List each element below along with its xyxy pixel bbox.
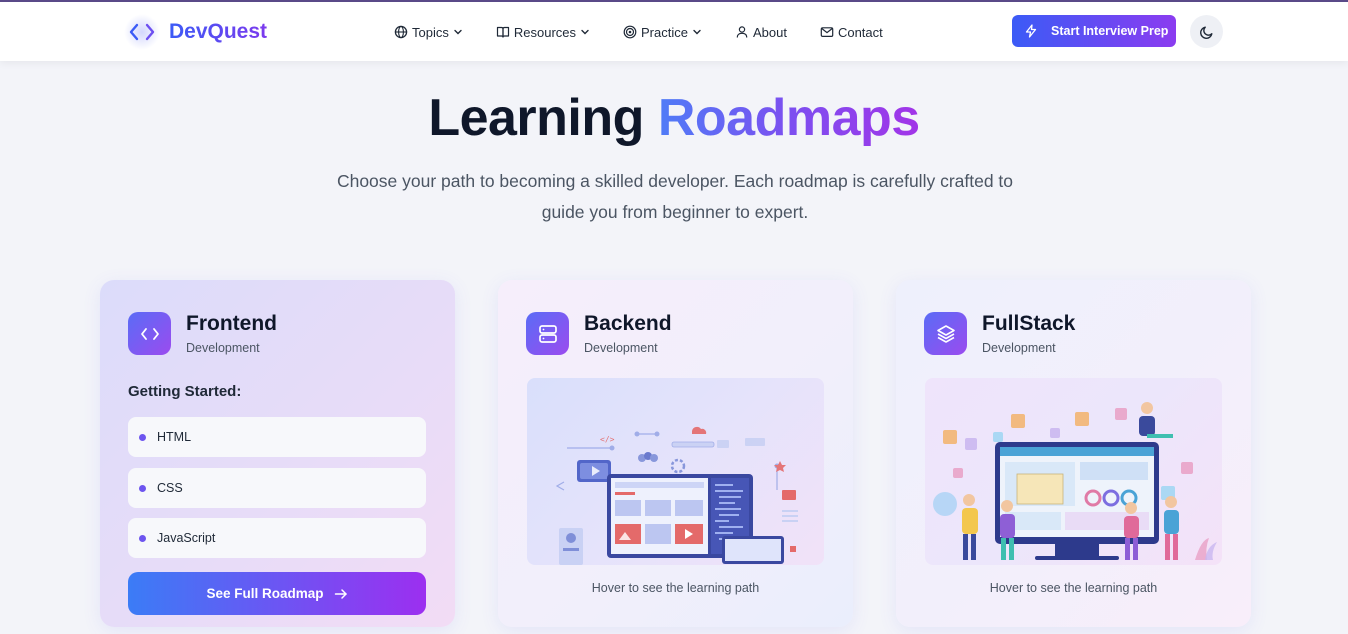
roadmap-card-fullstack[interactable]: FullStack Development Hover to see the l… <box>896 280 1251 627</box>
bullet-dot <box>139 433 146 441</box>
roadmap-card-frontend[interactable]: Frontend Development Getting Started: HT… <box>100 280 455 627</box>
target-icon <box>623 25 637 39</box>
user-icon <box>736 26 748 38</box>
list-item-html[interactable]: HTML <box>128 417 426 457</box>
navbar: DevQuest Topics Resources Practice About… <box>0 2 1348 61</box>
mail-icon <box>820 27 834 38</box>
theme-toggle-button[interactable] <box>1190 15 1223 48</box>
list-item-label: HTML <box>157 430 192 444</box>
bullet-dot <box>139 484 146 492</box>
list-item-label: JavaScript <box>157 531 216 545</box>
cta-label: Start Interview Prep <box>1051 24 1169 38</box>
arrow-right-icon <box>334 588 347 599</box>
nav-label-resources: Resources <box>513 24 576 40</box>
getting-started-heading: Getting Started: <box>128 383 242 400</box>
bullet-dot <box>139 534 146 542</box>
nav-label-topics: Topics <box>412 24 449 40</box>
card-title: Frontend <box>186 312 277 335</box>
lightning-icon <box>1025 24 1037 38</box>
nav-item-topics[interactable]: Topics <box>394 25 463 40</box>
start-interview-prep-button[interactable]: Start Interview Prep <box>1012 15 1176 47</box>
card-title: Backend <box>584 312 672 335</box>
card-subtitle: Development <box>186 341 260 355</box>
nav-item-about[interactable]: About <box>735 25 787 40</box>
list-item-css[interactable]: CSS <box>128 468 426 508</box>
chevron-down-icon <box>454 29 462 35</box>
server-icon <box>526 312 569 355</box>
list-item-label: CSS <box>157 481 183 495</box>
main-nav: Topics Resources Practice About Contact <box>394 20 916 44</box>
nav-item-resources[interactable]: Resources <box>496 25 590 40</box>
roadmap-card-backend[interactable]: Backend Development </> Hover to see the… <box>498 280 853 627</box>
moon-icon <box>1199 26 1212 39</box>
fullstack-illustration <box>925 378 1222 565</box>
backend-illustration: </> <box>527 378 824 565</box>
code-icon <box>128 312 171 355</box>
nav-label-practice: Practice <box>641 24 688 40</box>
book-icon <box>496 26 509 38</box>
card-subtitle: Development <box>584 341 658 355</box>
brand-logo[interactable]: DevQuest <box>124 14 267 50</box>
title-plain: Learning <box>428 89 644 147</box>
chevron-down-icon <box>693 29 701 35</box>
card-subtitle: Development <box>982 341 1056 355</box>
svg-text:</>: </> <box>600 435 615 444</box>
layers-icon <box>924 312 967 355</box>
nav-item-contact[interactable]: Contact <box>820 25 883 40</box>
nav-label-contact: Contact <box>837 24 883 40</box>
chevron-down-icon <box>581 29 589 35</box>
button-label: See Full Roadmap <box>206 586 324 601</box>
code-icon <box>124 14 160 50</box>
hover-hint: Hover to see the learning path <box>989 581 1158 595</box>
list-item-javascript[interactable]: JavaScript <box>128 518 426 558</box>
nav-label-about: About <box>752 24 787 40</box>
brand-name: DevQuest <box>169 20 268 43</box>
title-accent: Roadmaps <box>657 89 920 147</box>
page-title: Learning Roadmaps <box>0 88 1348 148</box>
see-full-roadmap-button[interactable]: See Full Roadmap <box>128 572 426 615</box>
hover-hint: Hover to see the learning path <box>591 581 760 595</box>
nav-item-practice[interactable]: Practice <box>623 25 702 40</box>
globe-icon <box>394 25 408 39</box>
card-title: FullStack <box>982 312 1076 335</box>
page-subtitle: Choose your path to becoming a skilled d… <box>336 171 1014 222</box>
